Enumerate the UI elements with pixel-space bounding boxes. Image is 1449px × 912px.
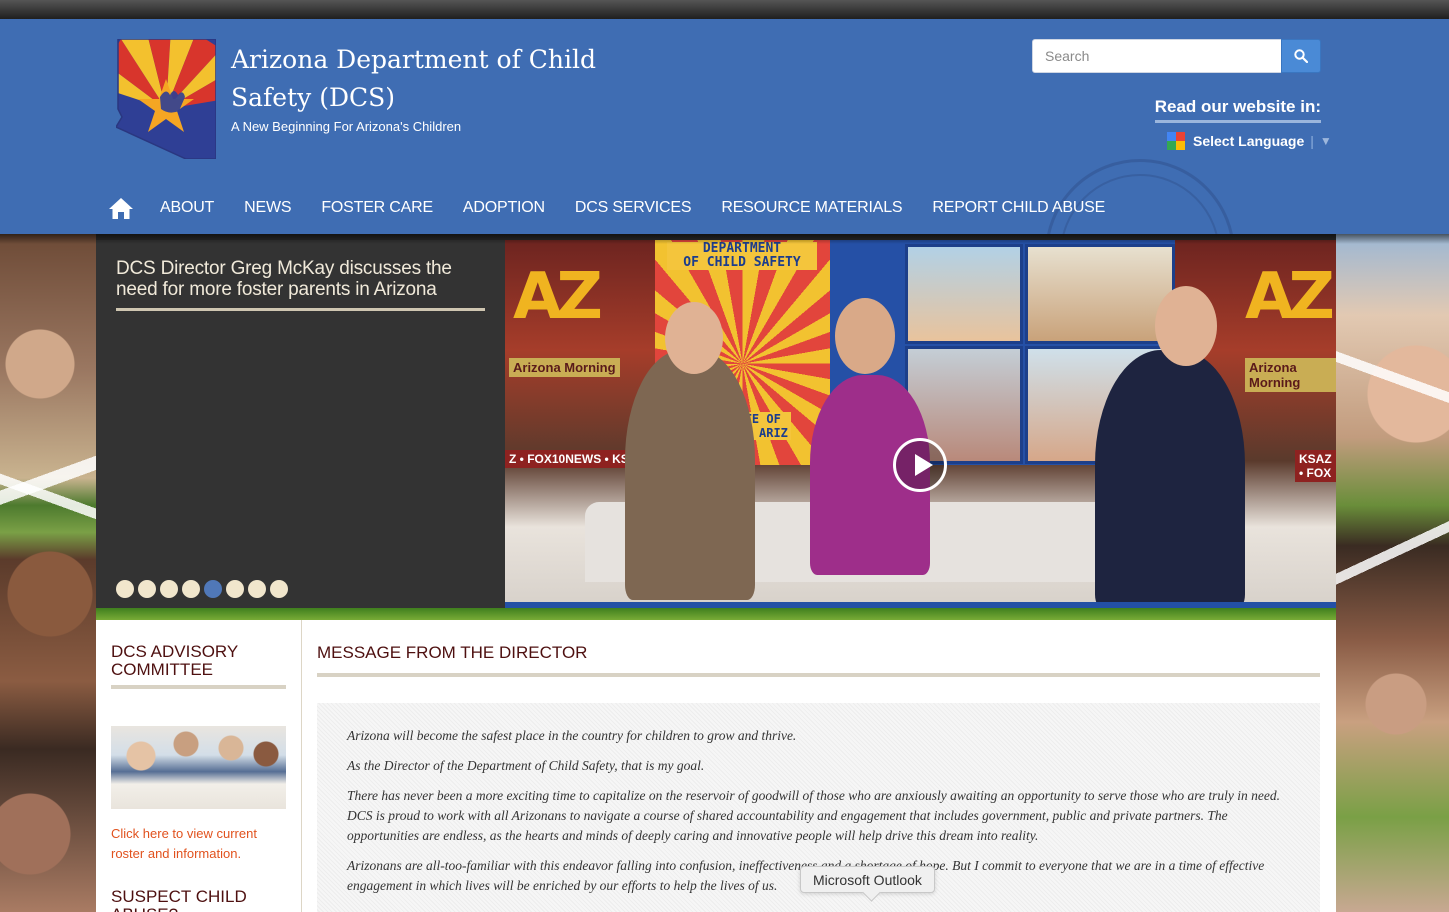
advisory-committee-photo[interactable] [111, 726, 286, 809]
show-name-left: Arizona Morning [509, 358, 620, 377]
language-selector[interactable]: Select Language | ▼ [1167, 131, 1332, 151]
nav-news[interactable]: NEWS [244, 199, 291, 217]
az-morning-logo-right: AZ [1245, 260, 1335, 334]
site-title[interactable]: Arizona Department of Child Safety (DCS) [231, 41, 671, 117]
separator: | [1310, 133, 1314, 149]
slider-dots [116, 580, 292, 598]
sidebar: DCS ADVISORY COMMITTEE Click here to vie… [96, 620, 302, 912]
nav-foster-care[interactable]: FOSTER CARE [321, 199, 433, 217]
browser-top-bar [0, 0, 1449, 19]
play-icon[interactable] [893, 438, 947, 492]
nav-about[interactable]: ABOUT [160, 199, 214, 217]
site-header: Arizona Department of Child Safety (DCS)… [0, 19, 1449, 234]
google-translate-icon [1167, 132, 1185, 150]
anchor-woman-head [835, 298, 895, 374]
video-wall-tile [1025, 244, 1175, 344]
search-input[interactable] [1032, 39, 1282, 73]
video-wall-tile [905, 244, 1023, 344]
background-photo-left [0, 234, 96, 912]
slide-caption[interactable]: DCS Director Greg McKay discusses the ne… [116, 258, 485, 311]
anchor-man [625, 350, 755, 600]
translate-heading: Read our website in: [1154, 97, 1321, 123]
dcs-sign-line2: OF CHILD SAFETY [683, 255, 801, 270]
slider-dot[interactable] [138, 580, 156, 598]
nav-dcs-services[interactable]: DCS SERVICES [575, 199, 692, 217]
message-paragraph: There has never been a more exciting tim… [347, 788, 1280, 843]
slider-dot[interactable] [182, 580, 200, 598]
az-morning-logo-left: AZ [513, 260, 603, 334]
show-name-right: Arizona Morning [1245, 358, 1336, 392]
advisory-committee-heading: DCS ADVISORY COMMITTEE [111, 643, 286, 689]
outlook-tooltip: Microsoft Outlook [800, 866, 935, 893]
nav-resource-materials[interactable]: RESOURCE MATERIALS [721, 199, 902, 217]
director-guest-head [1155, 286, 1217, 366]
message-paragraph: As the Director of the Department of Chi… [347, 758, 705, 773]
slider-dot[interactable] [116, 580, 134, 598]
slider-dot[interactable] [248, 580, 266, 598]
news-ticker-right: KSAZ • FOX [1295, 450, 1336, 482]
main-nav: ABOUT NEWS FOSTER CARE ADOPTION DCS SERV… [108, 195, 1135, 221]
dcs-logo[interactable] [116, 39, 216, 159]
hero-shadow [0, 234, 1449, 244]
search-icon [1294, 49, 1308, 63]
video-player[interactable]: AZ Arizona Morning Z • FOX10NEWS • KSAZ … [505, 240, 1336, 608]
director-guest [1095, 350, 1245, 608]
language-selector-label: Select Language [1193, 133, 1305, 149]
nav-adoption[interactable]: ADOPTION [463, 199, 545, 217]
nav-report-child-abuse[interactable]: REPORT CHILD ABUSE [932, 199, 1105, 217]
dcs-sign-text: DEPARTMENT OF CHILD SAFETY [667, 242, 817, 270]
director-message-heading: MESSAGE FROM THE DIRECTOR [317, 643, 1320, 677]
grass-border [96, 608, 1336, 620]
slider-dot-active[interactable] [204, 580, 222, 598]
slider-dot[interactable] [160, 580, 178, 598]
search-button[interactable] [1281, 39, 1321, 73]
site-tagline: A New Beginning For Arizona's Children [231, 119, 462, 134]
home-icon[interactable] [108, 196, 134, 220]
dcs-sign-line1: DEPARTMENT [702, 241, 782, 256]
slider-dot[interactable] [226, 580, 244, 598]
content-area: DCS ADVISORY COMMITTEE Click here to vie… [96, 620, 1336, 912]
slider-dot[interactable] [270, 580, 288, 598]
message-paragraph: Arizona will become the safest place in … [347, 728, 797, 743]
suspect-child-abuse-heading: SUSPECT CHILD ABUSE? [111, 887, 247, 912]
dropdown-arrow-icon: ▼ [1319, 134, 1332, 148]
background-photo-right [1336, 234, 1449, 912]
roster-link[interactable]: Click here to view current roster and in… [111, 824, 286, 864]
anchor-man-head [665, 302, 723, 374]
